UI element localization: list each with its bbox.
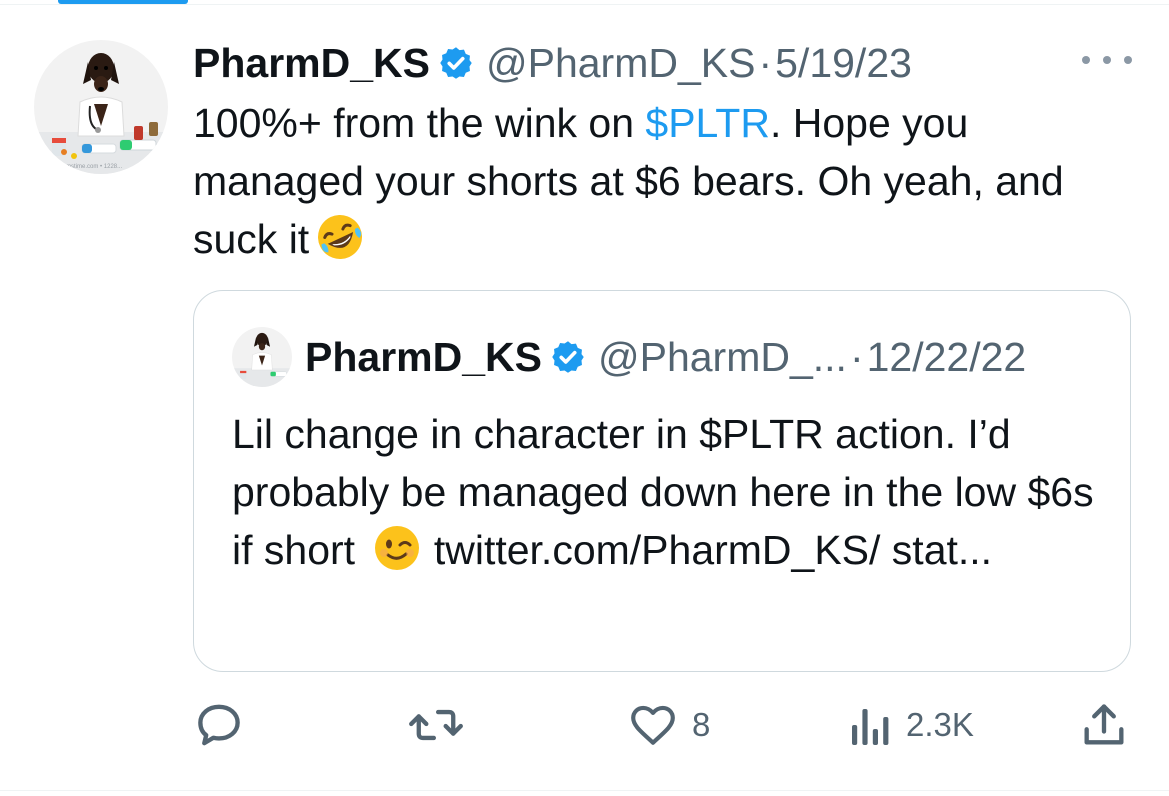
author-name[interactable]: PharmD_KS xyxy=(193,40,430,87)
views-button[interactable]: 2.3K xyxy=(848,698,974,752)
quoted-author-handle[interactable]: @PharmD_... xyxy=(598,334,847,381)
quoted-tweet-date[interactable]: 12/22/22 xyxy=(867,334,1027,381)
bottom-divider xyxy=(0,790,1169,791)
retweet-icon xyxy=(408,699,464,751)
tweet-header: PharmD_KS @PharmD_KS · 5/19/23 xyxy=(193,38,912,88)
quoted-tweet-text: Lil change in character in $PLTR action.… xyxy=(232,405,1112,588)
tweet-text: 100%+ from the wink on $PLTR. Hope you m… xyxy=(193,94,1123,277)
share-icon xyxy=(1078,699,1130,751)
retweet-button[interactable] xyxy=(408,698,464,752)
quoted-avatar[interactable] xyxy=(232,327,292,387)
quoted-tweet[interactable]: PharmD_KS @PharmD_... · 12/22/22 Lil cha… xyxy=(193,290,1131,672)
reply-button[interactable] xyxy=(193,698,245,752)
author-handle[interactable]: @PharmD_KS xyxy=(486,40,755,87)
verified-badge-icon xyxy=(550,339,586,375)
winking-face-emoji xyxy=(372,523,422,588)
tweet-text-part: 100%+ from the wink on xyxy=(193,100,646,146)
action-bar: 8 2.3K xyxy=(0,698,1169,752)
like-button[interactable]: 8 xyxy=(628,698,710,752)
tweet-date[interactable]: 5/19/23 xyxy=(775,40,912,87)
quoted-link-text[interactable]: twitter.com/PharmD_KS/ stat... xyxy=(422,527,992,573)
heart-icon xyxy=(628,700,678,750)
more-options-icon[interactable] xyxy=(1082,48,1132,72)
views-count: 2.3K xyxy=(906,706,974,743)
top-divider xyxy=(0,4,1169,5)
verified-badge-icon xyxy=(438,45,474,81)
rolling-on-the-floor-laughing-emoji xyxy=(315,212,365,277)
like-count: 8 xyxy=(692,706,711,743)
quoted-header: PharmD_KS @PharmD_... · 12/22/22 xyxy=(305,331,1026,383)
avatar[interactable]: dreamstime.com • 1228... xyxy=(34,40,168,174)
avatar-watermark: dreamstime.com • 1228... xyxy=(54,164,122,170)
separator-dot: · xyxy=(758,39,773,86)
share-button[interactable] xyxy=(1078,698,1130,752)
cashtag-link[interactable]: $PLTR xyxy=(645,100,770,146)
views-icon xyxy=(848,700,892,750)
separator-dot: · xyxy=(849,333,864,380)
quoted-author-name[interactable]: PharmD_KS xyxy=(305,334,542,381)
reply-icon xyxy=(193,699,245,751)
